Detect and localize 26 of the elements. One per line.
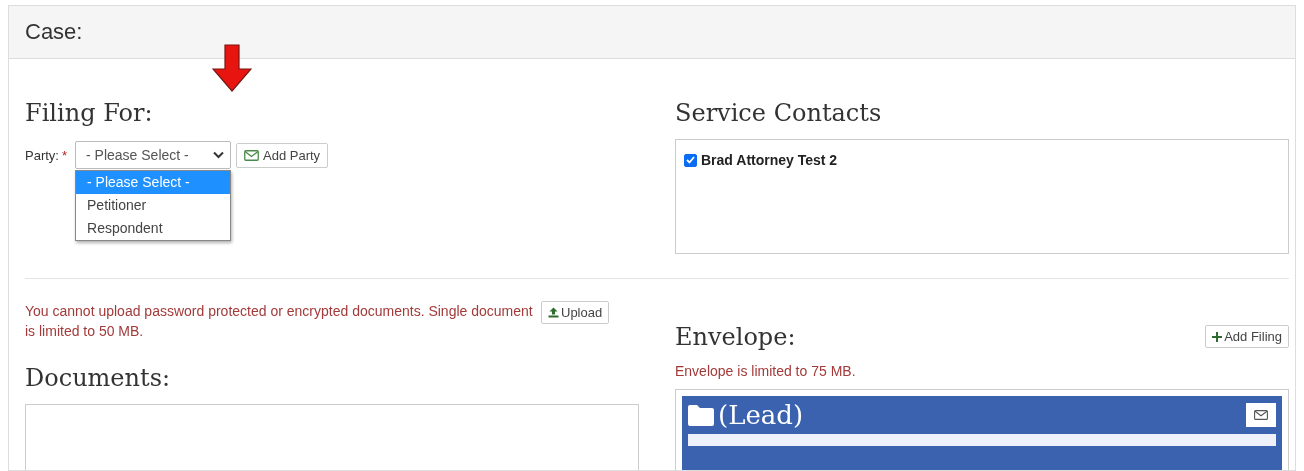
dropdown-option[interactable]: Petitioner — [76, 194, 231, 217]
envelope-icon — [244, 149, 260, 161]
chevron-icon — [213, 151, 225, 159]
upload-button[interactable]: Upload — [541, 301, 610, 324]
email-button[interactable] — [1246, 403, 1276, 427]
folder-icon — [688, 404, 714, 426]
section-heading: Envelope: — [675, 323, 796, 351]
panel-title: Case: — [25, 19, 83, 45]
envelope-warning: Envelope is limited to 75 MB. — [675, 363, 857, 379]
arrow-annotation — [212, 44, 252, 92]
plus-icon — [1212, 331, 1223, 342]
section-heading: Documents: — [25, 363, 172, 392]
field-label: Party: — [25, 147, 59, 163]
filing-title: (Lead) — [718, 400, 804, 430]
section-heading: Filing For: — [25, 99, 154, 127]
section-heading: Service Contacts — [675, 99, 883, 127]
required-mark: * — [61, 147, 68, 163]
add-filing-button[interactable]: Add Filing — [1205, 325, 1289, 348]
add-party-button[interactable]: Add Party — [236, 142, 329, 168]
party-select[interactable]: - Please Select - — [75, 141, 232, 169]
upload-warning: You cannot upload password protected or encrypted documents. Single document is limited to 50 MB. — [25, 302, 534, 342]
envelope-icon — [1254, 410, 1268, 420]
contact-name: Brad Attorney Test 2 — [701, 152, 838, 168]
dropdown-option[interactable]: Respondent — [76, 217, 231, 240]
upload-icon — [548, 307, 559, 318]
contact-checkbox[interactable] — [684, 153, 697, 167]
